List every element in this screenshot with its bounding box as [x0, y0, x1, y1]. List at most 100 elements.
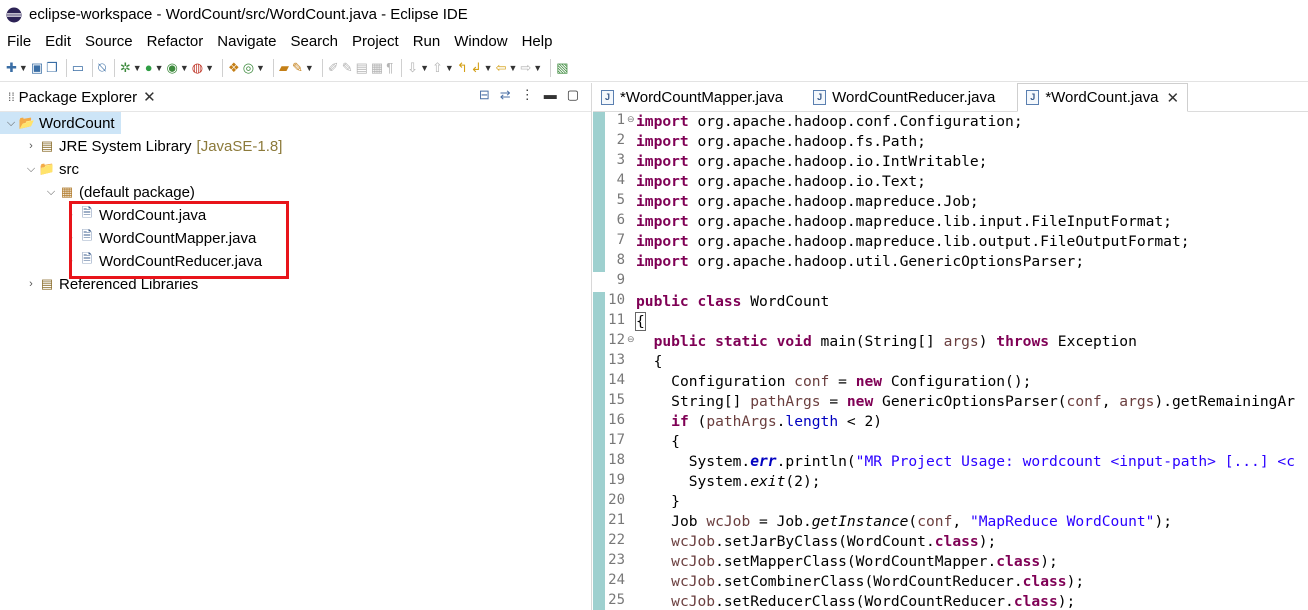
line-number: 16 [608, 412, 625, 428]
menu-search[interactable]: Search [283, 33, 345, 50]
line-number: 2 [616, 132, 625, 148]
menu-help[interactable]: Help [515, 33, 560, 50]
maximize-icon[interactable]: ▢ [567, 87, 579, 103]
close-icon[interactable]: ✕ [1166, 89, 1179, 107]
skip-breakpoints-icon[interactable]: ⍉ [98, 58, 106, 78]
line-number: 4 [616, 172, 625, 188]
terminal-icon[interactable]: ▭ [72, 58, 84, 78]
tab-wordcountreducer[interactable]: J WordCountReducer.java [805, 84, 1003, 111]
tree-item-project[interactable]: ⌵ 📂 WordCount [0, 112, 121, 134]
code-line: wcJob.setMapperClass(WordCountMapper.cla… [671, 553, 1058, 570]
save-all-icon[interactable]: ❐ [46, 58, 58, 78]
menu-edit[interactable]: Edit [38, 33, 78, 50]
back-icon[interactable]: ↲ ▼ [471, 58, 493, 78]
tree-item-default-package[interactable]: ⌵ ▦ (default package) [44, 181, 195, 203]
library-icon: ▤ [40, 138, 54, 153]
navigate-forward-icon[interactable]: ⇨ ▼ [520, 58, 542, 78]
code-area[interactable]: 1 2 3 4 5 6 7 8 9 10 11 12 13 14 15 16 1… [593, 112, 1308, 610]
toolbar-separator [321, 58, 323, 77]
line-number: 3 [616, 152, 625, 168]
close-icon[interactable]: ✕ [143, 88, 156, 106]
view-menu-icon[interactable]: ⋮ [521, 87, 534, 103]
open-type-icon[interactable]: ▰ [279, 58, 289, 78]
package-explorer-header: ⁞⁞ Package Explorer ✕ ⊟ ⇄ ⋮ ▬ ▢ [0, 83, 591, 112]
package-explorer-title[interactable]: Package Explorer [19, 89, 137, 106]
new-java-class-icon[interactable]: ◎ ▼ [243, 58, 265, 78]
code-line: public class WordCount [636, 293, 830, 310]
search-icon[interactable]: ✎ ▼ [292, 58, 314, 78]
minimize-icon[interactable]: ▬ [544, 87, 557, 103]
menu-project[interactable]: Project [345, 33, 406, 50]
jre-decoration: [JavaSE-1.8] [196, 137, 283, 155]
code-line: wcJob.setReducerClass(WordCountReducer.c… [671, 593, 1076, 610]
tree-item-src[interactable]: ⌵ 📁 src [24, 158, 79, 180]
toggle-mark-occurrences-icon[interactable]: ✐ [328, 58, 339, 78]
coverage-icon[interactable]: ◉ ▼ [167, 58, 189, 78]
toolbar-separator [92, 58, 94, 77]
last-edit-location-icon[interactable]: ↰ [457, 58, 468, 78]
code-line: { [653, 353, 663, 370]
run-icon[interactable]: ● ▼ [145, 58, 164, 78]
java-file-icon: J [601, 90, 614, 105]
external-tools-icon[interactable]: ◍ ▼ [192, 58, 214, 78]
chevron-right-icon[interactable]: › [24, 140, 38, 152]
save-icon[interactable]: ▣ [31, 58, 43, 78]
title-bar: eclipse-workspace - WordCount/src/WordCo… [0, 0, 1308, 29]
code-line: import org.apache.hadoop.conf.Configurat… [636, 113, 1023, 130]
show-whitespace-icon[interactable]: ▦ [371, 58, 383, 78]
toolbar-separator [550, 58, 552, 77]
menu-file[interactable]: File [0, 33, 38, 50]
tab-wordcount[interactable]: J *WordCount.java ✕ [1017, 83, 1189, 112]
line-number: 10 [608, 292, 625, 308]
window-title: eclipse-workspace - WordCount/src/WordCo… [29, 6, 468, 23]
toolbar-separator [222, 58, 224, 77]
menu-source[interactable]: Source [78, 33, 140, 50]
chevron-right-icon[interactable]: › [24, 278, 38, 290]
line-number: 18 [608, 452, 625, 468]
line-number: 13 [608, 352, 625, 368]
line-number: 8 [616, 252, 625, 268]
link-with-editor-icon[interactable]: ⇄ [500, 87, 511, 103]
line-number: 1 [616, 112, 625, 128]
pin-editor-icon[interactable]: ▧ [556, 58, 568, 78]
menu-refactor[interactable]: Refactor [140, 33, 211, 50]
line-number: 14 [608, 372, 625, 388]
tab-wordcountmapper[interactable]: J *WordCountMapper.java [593, 84, 791, 111]
line-number: 19 [608, 472, 625, 488]
code-line: import org.apache.hadoop.fs.Path; [636, 133, 926, 150]
menu-run[interactable]: Run [406, 33, 448, 50]
highlight-box [69, 201, 289, 279]
code-line: import org.apache.hadoop.mapreduce.lib.o… [636, 233, 1190, 250]
code-line: { [671, 433, 680, 450]
fold-collapse-icon[interactable]: ⊖ [627, 114, 635, 125]
change-marker [593, 112, 605, 272]
debug-icon[interactable]: ✲ ▼ [120, 58, 142, 78]
new-icon[interactable]: ✚ ▼ [6, 58, 28, 78]
chevron-down-icon[interactable]: ⌵ [24, 163, 38, 176]
line-number: 17 [608, 432, 625, 448]
fold-collapse-icon[interactable]: ⊖ [627, 334, 635, 345]
navigate-back-icon[interactable]: ⇦ ▼ [496, 58, 518, 78]
toggle-block-selection-icon[interactable]: ✎ [342, 58, 353, 78]
line-number: 6 [616, 212, 625, 228]
new-java-project-icon[interactable]: ❖ [228, 58, 240, 78]
tab-label: *WordCountMapper.java [620, 89, 784, 106]
menu-bar: File Edit Source Refactor Navigate Searc… [0, 29, 1308, 53]
menu-navigate[interactable]: Navigate [210, 33, 283, 50]
line-number: 9 [616, 272, 625, 288]
menu-window[interactable]: Window [447, 33, 514, 50]
next-annotation-icon[interactable]: ⇩ ▼ [407, 58, 429, 78]
eclipse-logo-icon [6, 7, 22, 22]
chevron-down-icon[interactable]: ⌵ [44, 186, 58, 199]
chevron-down-icon[interactable]: ⌵ [4, 117, 18, 130]
line-number: 11 [608, 312, 625, 328]
word-wrap-icon[interactable]: ▤ [356, 58, 368, 78]
pilcrow-icon[interactable]: ¶ [386, 58, 393, 78]
java-project-icon: 📂 [18, 115, 36, 130]
toolbar-separator [272, 58, 274, 77]
tree-item-label: JRE System Library [59, 137, 192, 155]
code-line: import org.apache.hadoop.io.IntWritable; [636, 153, 988, 170]
tree-item-jre[interactable]: › ▤ JRE System Library [JavaSE-1.8] [24, 135, 282, 157]
collapse-all-icon[interactable]: ⊟ [479, 87, 490, 103]
previous-annotation-icon[interactable]: ⇧ ▼ [432, 58, 454, 78]
